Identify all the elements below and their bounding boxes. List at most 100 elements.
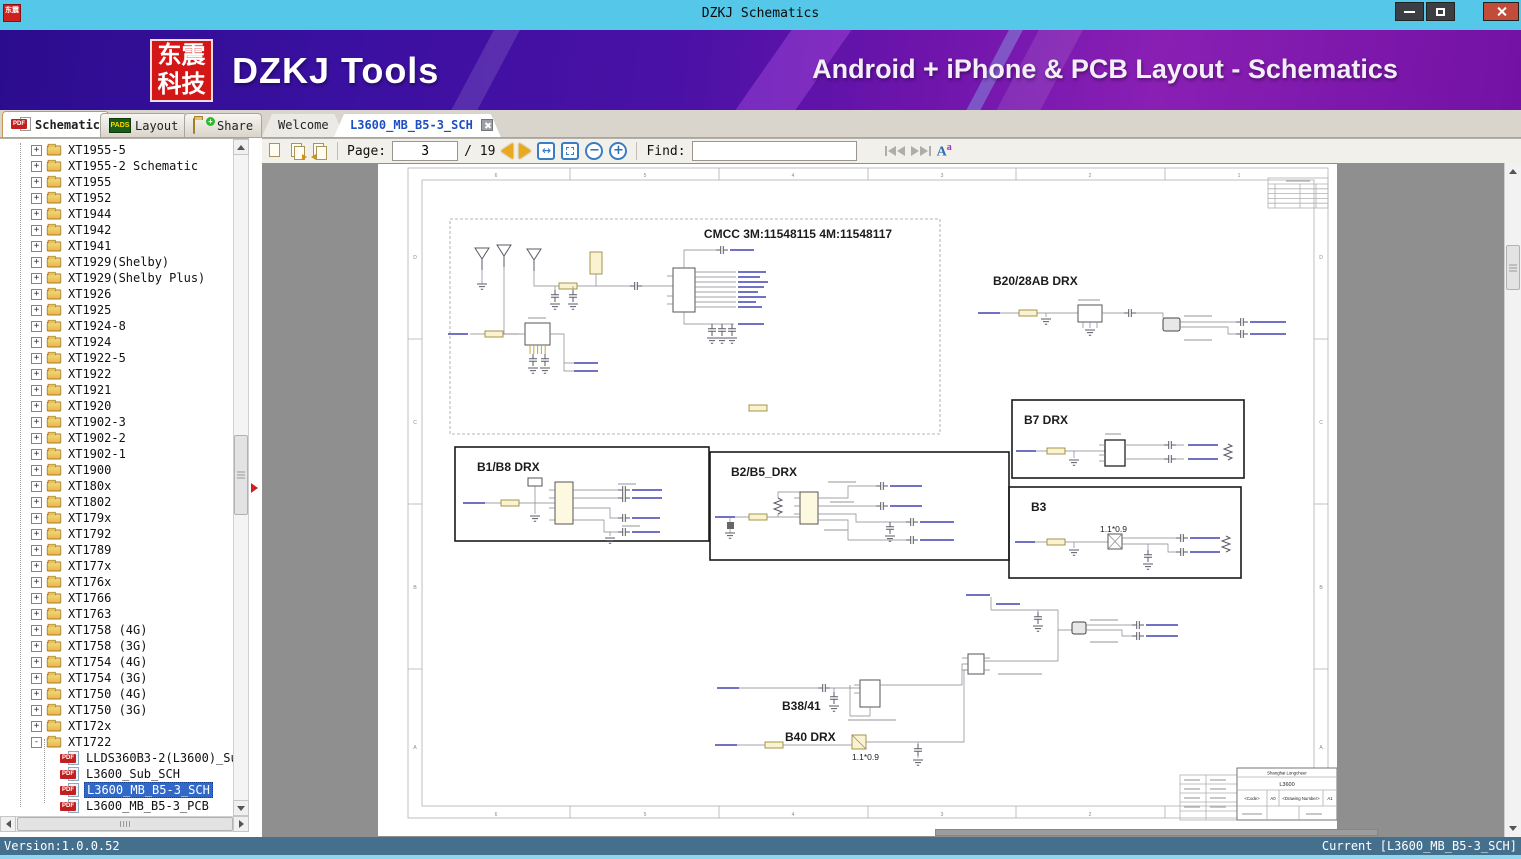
expand-icon[interactable]: + bbox=[31, 352, 42, 364]
expand-icon[interactable]: + bbox=[31, 592, 42, 604]
expand-icon[interactable]: + bbox=[31, 512, 42, 524]
zoom-out-button[interactable]: − bbox=[585, 142, 604, 160]
schematic-page[interactable]: 654321654321DCBADCBA CMCC 3M:11548115 4M… bbox=[378, 164, 1338, 836]
tree-folder-label[interactable]: XT1955 bbox=[66, 175, 113, 189]
expand-icon[interactable]: + bbox=[31, 368, 42, 380]
tree-document-row[interactable]: PDF L3600_MB_B5-3_PCB bbox=[0, 798, 232, 814]
tree-folder-label[interactable]: XT1789 bbox=[66, 543, 113, 557]
expand-icon[interactable]: + bbox=[31, 208, 42, 220]
tree-folder-label[interactable]: XT1925 bbox=[66, 303, 113, 317]
tree-folder-row[interactable]: + XT1766 bbox=[0, 590, 232, 606]
fit-width-button[interactable]: ↔ bbox=[537, 142, 556, 160]
tree-folder-label[interactable]: XT1926 bbox=[66, 287, 113, 301]
scroll-down-button[interactable] bbox=[233, 800, 249, 816]
tree-folder-row[interactable]: + XT1920 bbox=[0, 398, 232, 414]
tree-folder-label[interactable]: XT1921 bbox=[66, 383, 113, 397]
scroll-right-button[interactable] bbox=[233, 816, 249, 832]
tree-folder-label[interactable]: XT1929(Shelby Plus) bbox=[66, 271, 207, 285]
tree-folder-row[interactable]: + XT1750 (3G) bbox=[0, 702, 232, 718]
expand-icon[interactable]: + bbox=[31, 672, 42, 684]
tree-folder-row[interactable]: + XT1792 bbox=[0, 526, 232, 542]
maximize-button[interactable] bbox=[1426, 2, 1455, 21]
tree-folder-label[interactable]: XT1900 bbox=[66, 463, 113, 477]
tree-folder-label[interactable]: XT1955-2 Schematic bbox=[66, 159, 200, 173]
tree-document-row[interactable]: PDF L3600_MB_B5-3_SCH bbox=[0, 782, 232, 798]
tree-folder-row[interactable]: + XT1929(Shelby Plus) bbox=[0, 270, 232, 286]
panel-splitter[interactable] bbox=[249, 138, 262, 837]
tree-folder-label[interactable]: XT1763 bbox=[66, 607, 113, 621]
tree-folder-label[interactable]: XT1754 (3G) bbox=[66, 671, 149, 685]
scroll-left-button[interactable] bbox=[0, 816, 16, 832]
tree-folder-row[interactable]: + XT1929(Shelby) bbox=[0, 254, 232, 270]
tree-folder-label[interactable]: XT1722 bbox=[66, 735, 113, 749]
find-input[interactable] bbox=[691, 141, 857, 161]
tab-share[interactable]: + Share bbox=[184, 113, 263, 137]
tree-folder-row[interactable]: + XT1955-2 Schematic bbox=[0, 158, 232, 174]
expand-icon[interactable]: + bbox=[31, 432, 42, 444]
find-next-icon[interactable] bbox=[910, 146, 931, 156]
tree-folder-label[interactable]: XT1754 (4G) bbox=[66, 655, 149, 669]
tree-folder-row[interactable]: + XT1902-3 bbox=[0, 414, 232, 430]
expand-icon[interactable]: + bbox=[31, 624, 42, 636]
tree-folder-label[interactable]: XT1920 bbox=[66, 399, 113, 413]
expand-icon[interactable]: + bbox=[31, 416, 42, 428]
tree-folder-row[interactable]: + XT1922-5 bbox=[0, 350, 232, 366]
tree-folder-row[interactable]: + XT179x bbox=[0, 510, 232, 526]
page-copy-next-icon[interactable] bbox=[290, 142, 307, 160]
zoom-in-button[interactable]: + bbox=[609, 142, 628, 160]
tree-folder-row[interactable]: + XT177x bbox=[0, 558, 232, 574]
tree-folder-label[interactable]: XT1766 bbox=[66, 591, 113, 605]
tree-folder-row[interactable]: + XT1925 bbox=[0, 302, 232, 318]
tree-folder-row[interactable]: + XT1789 bbox=[0, 542, 232, 558]
font-size-icon[interactable]: Aa bbox=[937, 142, 952, 161]
tree-hscrollbar[interactable] bbox=[0, 816, 249, 832]
expand-icon[interactable]: + bbox=[31, 704, 42, 716]
tree-folder-row[interactable]: + XT176x bbox=[0, 574, 232, 590]
expand-icon[interactable]: + bbox=[31, 304, 42, 316]
tree-document-row[interactable]: PDF LLDS360B3-2(L3600)_SubPCB bbox=[0, 750, 267, 766]
single-page-icon[interactable] bbox=[268, 142, 284, 160]
tree-folder-row[interactable]: + XT172x bbox=[0, 718, 232, 734]
expand-icon[interactable]: + bbox=[31, 288, 42, 300]
tree-folder-label[interactable]: XT1802 bbox=[66, 495, 113, 509]
expand-icon[interactable]: + bbox=[31, 320, 42, 332]
tree-folder-row[interactable]: + XT1750 (4G) bbox=[0, 686, 232, 702]
tab-document-active[interactable]: L3600_MB_B5-3_SCH bbox=[334, 114, 501, 137]
expand-icon[interactable]: + bbox=[31, 176, 42, 188]
tree-folder-row[interactable]: + XT1754 (3G) bbox=[0, 670, 232, 686]
tree-folder-row[interactable]: + XT1921 bbox=[0, 382, 232, 398]
tree-folder-label[interactable]: XT1922-5 bbox=[66, 351, 128, 365]
tree-folder-label[interactable]: XT172x bbox=[66, 719, 113, 733]
tree-folder-row[interactable]: + XT1922 bbox=[0, 366, 232, 382]
tree-folder-row[interactable]: + XT1955 bbox=[0, 174, 232, 190]
tree-folder-label[interactable]: XT1942 bbox=[66, 223, 113, 237]
tree-folder-row[interactable]: + XT1952 bbox=[0, 190, 232, 206]
page-copy-prev-icon[interactable] bbox=[311, 142, 328, 160]
tree-folder-row[interactable]: + XT1942 bbox=[0, 222, 232, 238]
tree-folder-label[interactable]: XT1924 bbox=[66, 335, 113, 349]
fit-page-button[interactable] bbox=[561, 142, 580, 160]
tree-folder-label[interactable]: XT1750 (3G) bbox=[66, 703, 149, 717]
expand-icon[interactable]: + bbox=[31, 224, 42, 236]
expand-icon[interactable]: + bbox=[31, 384, 42, 396]
expand-icon[interactable]: - bbox=[31, 736, 42, 748]
tree-folder-row[interactable]: + XT1924 bbox=[0, 334, 232, 350]
tree-folder-label[interactable]: XT179x bbox=[66, 511, 113, 525]
tree-folder-label[interactable]: XT1924-8 bbox=[66, 319, 128, 333]
tree-folder-label[interactable]: XT1792 bbox=[66, 527, 113, 541]
scroll-up-button[interactable] bbox=[233, 139, 249, 155]
tree-folder-label[interactable]: XT1758 (4G) bbox=[66, 623, 149, 637]
scroll-up-button[interactable] bbox=[1505, 163, 1521, 180]
tree-document-label[interactable]: L3600_MB_B5-3_SCH bbox=[84, 782, 213, 798]
scroll-thumb[interactable] bbox=[1506, 245, 1520, 290]
collapse-arrow-icon[interactable] bbox=[251, 483, 258, 493]
expand-icon[interactable]: + bbox=[31, 272, 42, 284]
prev-page-button[interactable] bbox=[501, 143, 514, 159]
tree-folder-row[interactable]: + XT1902-1 bbox=[0, 446, 232, 462]
find-previous-icon[interactable] bbox=[884, 146, 905, 156]
tree-folder-label[interactable]: XT176x bbox=[66, 575, 113, 589]
tab-schematic[interactable]: PDF Schematic bbox=[2, 111, 110, 137]
close-button[interactable] bbox=[1483, 2, 1519, 21]
expand-icon[interactable]: + bbox=[31, 448, 42, 460]
expand-icon[interactable]: + bbox=[31, 528, 42, 540]
